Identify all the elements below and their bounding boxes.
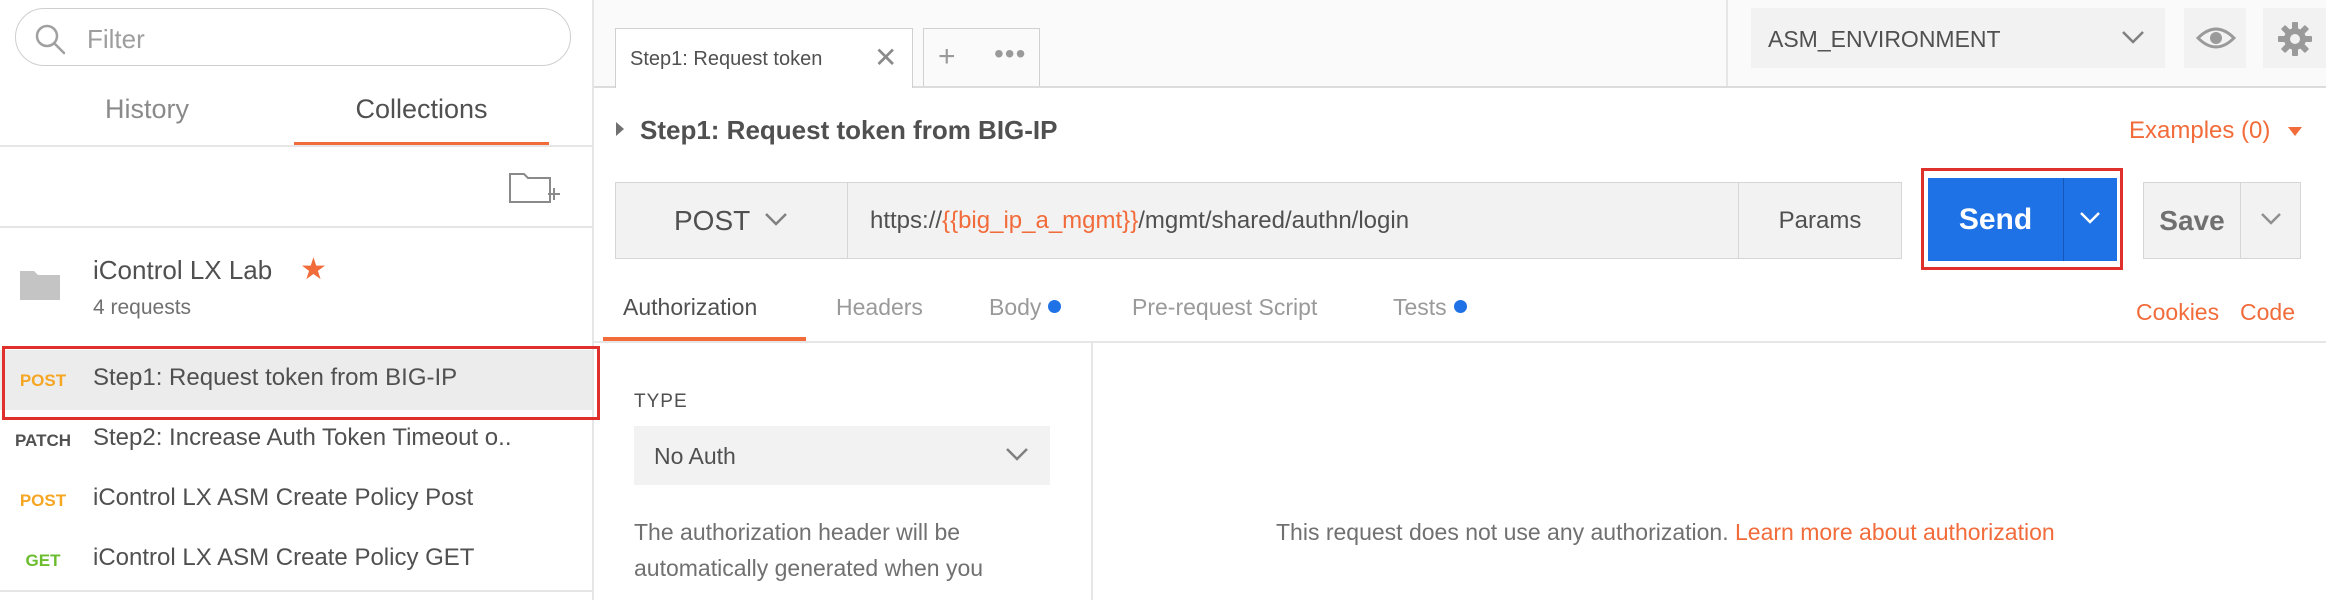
tab-actions: + ••• <box>923 28 1040 86</box>
divider <box>1726 0 1728 86</box>
sidebar: Filter History Collections iControl LX L… <box>0 0 600 600</box>
request-title[interactable]: Step1: Request token from BIG-IP <box>640 115 1058 146</box>
close-icon[interactable]: ✕ <box>874 41 897 74</box>
tab-pre-request-script[interactable]: Pre-request Script <box>1132 294 1317 321</box>
url-prefix: https:// <box>870 207 943 234</box>
settings-button[interactable] <box>2263 8 2326 68</box>
method-badge: GET <box>25 551 61 570</box>
tab-body-label: Body <box>989 294 1042 320</box>
tab-headers[interactable]: Headers <box>836 294 923 321</box>
environment-quick-look-button[interactable] <box>2184 8 2246 68</box>
request-name: iControl LX ASM Create Policy Post <box>93 484 474 511</box>
auth-description: The authorization header will be automat… <box>634 519 984 581</box>
request-tab-label: Step1: Request token <box>630 48 823 70</box>
divider <box>0 226 592 228</box>
url-input[interactable]: https://{{big_ip_a_mgmt}}/mgmt/shared/au… <box>847 182 1738 259</box>
send-button[interactable]: Send <box>1928 178 2063 261</box>
method-badge: POST <box>19 491 67 510</box>
tab-tests[interactable]: Tests <box>1393 294 1467 321</box>
highlight-box <box>2 346 600 420</box>
tab-authorization[interactable]: Authorization <box>623 294 757 321</box>
request-tab[interactable]: Step1: Request token ✕ <box>615 28 913 88</box>
chevron-down-icon <box>1006 448 1028 461</box>
more-icon[interactable]: ••• <box>994 38 1026 70</box>
url-path: /mgmt/shared/authn/login <box>1138 207 1410 234</box>
auth-type-select[interactable]: No Auth <box>634 426 1050 485</box>
request-name: iControl LX ASM Create Policy GET <box>93 544 475 571</box>
divider <box>594 341 2326 343</box>
code-link[interactable]: Code <box>2240 299 2295 326</box>
eye-icon <box>2196 27 2236 49</box>
chevron-down-icon <box>2122 31 2144 44</box>
send-dropdown-button[interactable] <box>2063 178 2117 261</box>
environment-select[interactable]: ASM_ENVIRONMENT <box>1751 8 2165 68</box>
url-variable: {{big_ip_a_mgmt}} <box>942 207 1139 234</box>
no-auth-text: This request does not use any authorizat… <box>1276 519 1729 545</box>
request-name: Step2: Increase Auth Token Timeout o.. <box>93 424 512 451</box>
gear-icon <box>2278 22 2312 56</box>
folder-icon <box>20 271 60 300</box>
auth-type-value: No Auth <box>654 443 736 469</box>
save-button[interactable]: Save <box>2143 182 2241 259</box>
auth-type-label: TYPE <box>634 391 688 412</box>
divider <box>1091 343 1093 600</box>
save-dropdown-button[interactable] <box>2241 182 2301 259</box>
filter-placeholder: Filter <box>87 24 145 54</box>
caret-right-icon[interactable] <box>616 122 624 136</box>
method-select[interactable]: POST <box>615 182 847 259</box>
params-label: Params <box>1778 207 1862 234</box>
filter-input[interactable]: Filter <box>15 8 571 66</box>
method-label: POST <box>674 205 751 236</box>
search-icon <box>35 24 66 55</box>
caret-down-icon[interactable] <box>2288 127 2302 136</box>
add-tab-icon[interactable]: + <box>938 40 956 74</box>
request-item[interactable]: POST iControl LX ASM Create Policy Post <box>0 470 592 530</box>
tests-indicator-dot <box>1453 300 1467 313</box>
environment-label: ASM_ENVIRONMENT <box>1768 26 2001 52</box>
body-indicator-dot <box>1048 300 1062 313</box>
tab-tests-label: Tests <box>1393 294 1447 320</box>
chevron-down-icon <box>2261 213 2281 225</box>
new-collection-icon[interactable] <box>508 168 562 208</box>
chevron-down-icon <box>2080 212 2100 224</box>
chevron-down-icon <box>765 213 787 226</box>
tab-body[interactable]: Body <box>989 294 1062 321</box>
star-icon[interactable]: ★ <box>300 252 327 287</box>
request-item[interactable]: GET iControl LX ASM Create Policy GET <box>0 530 592 590</box>
collection-name[interactable]: iControl LX Lab <box>93 255 272 286</box>
collection-count: 4 requests <box>93 296 192 319</box>
divider <box>0 145 592 147</box>
params-button[interactable]: Params <box>1738 182 1902 259</box>
learn-more-link[interactable]: Learn more about authorization <box>1735 519 2055 545</box>
cookies-link[interactable]: Cookies <box>2136 299 2219 326</box>
no-auth-message: This request does not use any authorizat… <box>1276 519 2055 546</box>
examples-link[interactable]: Examples (0) <box>2129 117 2270 145</box>
divider <box>0 590 592 592</box>
tab-history[interactable]: History <box>0 72 294 146</box>
url-text: https://{{big_ip_a_mgmt}}/mgmt/shared/au… <box>870 207 1409 235</box>
method-badge: PATCH <box>14 431 72 450</box>
tab-collections[interactable]: Collections <box>294 72 549 146</box>
